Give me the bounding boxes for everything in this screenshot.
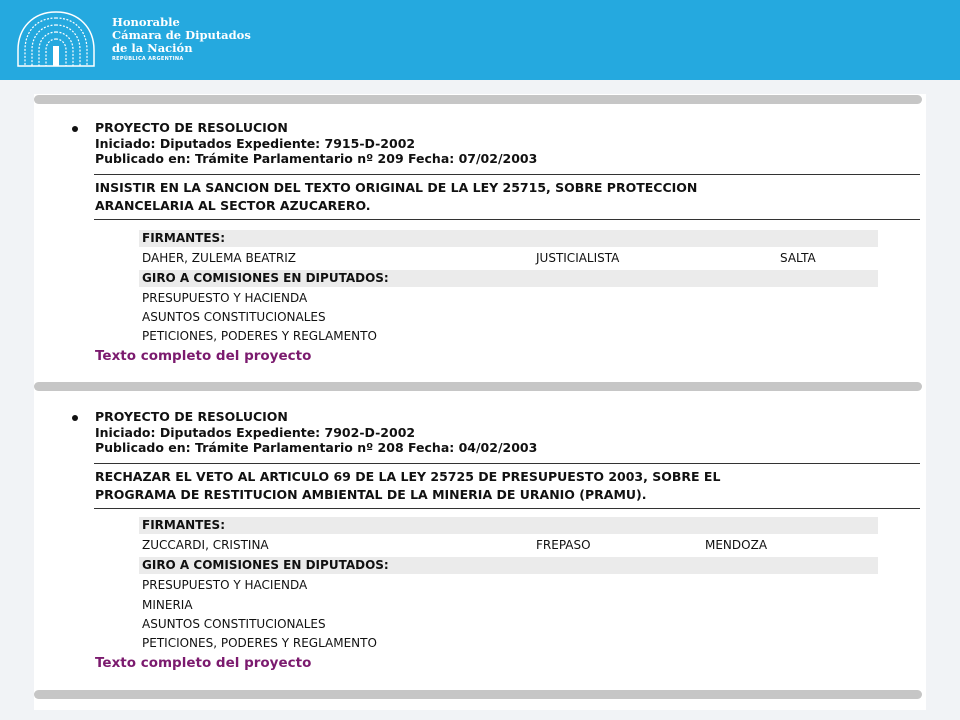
comision-item: PETICIONES, PODERES Y REGLAMENTO bbox=[142, 329, 377, 343]
project-title-line: ARANCELARIA AL SECTOR AZUCARERO. bbox=[95, 198, 371, 213]
project-meta: PROYECTO DE RESOLUCION Iniciado: Diputad… bbox=[95, 409, 905, 456]
divider bbox=[94, 174, 920, 175]
congress-dome-logo-icon bbox=[17, 11, 95, 67]
comision-item: MINERIA bbox=[142, 598, 193, 612]
texto-completo-link[interactable]: Texto completo del proyecto bbox=[95, 347, 311, 365]
record-separator bbox=[34, 690, 922, 699]
firmantes-header: FIRMANTES: bbox=[139, 517, 878, 534]
firmante-bloque: JUSTICIALISTA bbox=[536, 251, 620, 265]
project-publicado: Publicado en: Trámite Parlamentario nº 2… bbox=[95, 440, 538, 455]
project-meta: PROYECTO DE RESOLUCION Iniciado: Diputad… bbox=[95, 120, 905, 167]
firmante-name: DAHER, ZULEMA BEATRIZ bbox=[142, 251, 296, 265]
firmante-bloque: FREPASO bbox=[536, 538, 591, 552]
comision-item: ASUNTOS CONSTITUCIONALES bbox=[142, 310, 326, 324]
project-title-line: PROGRAMA DE RESTITUCION AMBIENTAL DE LA … bbox=[95, 487, 647, 502]
project-title: INSISTIR EN LA SANCION DEL TEXTO ORIGINA… bbox=[95, 179, 920, 215]
record-separator bbox=[34, 95, 922, 104]
comision-item: PRESUPUESTO Y HACIENDA bbox=[142, 578, 308, 592]
bullet-icon bbox=[72, 126, 78, 132]
divider bbox=[94, 463, 920, 464]
divider bbox=[94, 219, 920, 220]
project-title-line: INSISTIR EN LA SANCION DEL TEXTO ORIGINA… bbox=[95, 180, 698, 195]
firmante-name: ZUCCARDI, CRISTINA bbox=[142, 538, 269, 552]
results-panel: PROYECTO DE RESOLUCION Iniciado: Diputad… bbox=[34, 94, 926, 710]
project-expediente: Iniciado: Diputados Expediente: 7902-D-2… bbox=[95, 424, 416, 440]
firmante-row: DAHER, ZULEMA BEATRIZ JUSTICIALISTA SALT… bbox=[142, 249, 878, 267]
org-name-line3: de la Nación bbox=[112, 41, 193, 55]
bullet-icon bbox=[72, 415, 78, 421]
org-name: Honorable Cámara de Diputados de la Naci… bbox=[112, 16, 251, 63]
project-title-line: RECHAZAR EL VETO AL ARTICULO 69 DE LA LE… bbox=[95, 469, 721, 484]
project-type: PROYECTO DE RESOLUCION bbox=[95, 409, 288, 424]
firmante-provincia: MENDOZA bbox=[705, 538, 768, 552]
org-country: REPÚBLICA ARGENTINA bbox=[112, 56, 184, 62]
divider bbox=[94, 508, 920, 509]
project-title: RECHAZAR EL VETO AL ARTICULO 69 DE LA LE… bbox=[95, 468, 920, 504]
project-type: PROYECTO DE RESOLUCION bbox=[95, 120, 288, 135]
texto-completo-link[interactable]: Texto completo del proyecto bbox=[95, 654, 311, 672]
comision-item: PRESUPUESTO Y HACIENDA bbox=[142, 291, 308, 305]
giro-header: GIRO A COMISIONES EN DIPUTADOS: bbox=[139, 270, 878, 287]
comision-item: ASUNTOS CONSTITUCIONALES bbox=[142, 617, 326, 631]
firmante-row: ZUCCARDI, CRISTINA FREPASO MENDOZA bbox=[142, 536, 878, 554]
comision-item: PETICIONES, PODERES Y REGLAMENTO bbox=[142, 636, 377, 650]
project-publicado: Publicado en: Trámite Parlamentario nº 2… bbox=[95, 151, 538, 166]
firmante-provincia: SALTA bbox=[780, 251, 816, 265]
record-separator bbox=[34, 382, 922, 391]
firmantes-header: FIRMANTES: bbox=[139, 230, 878, 247]
site-header: Honorable Cámara de Diputados de la Naci… bbox=[0, 0, 960, 80]
project-expediente: Iniciado: Diputados Expediente: 7915-D-2… bbox=[95, 135, 416, 151]
giro-header: GIRO A COMISIONES EN DIPUTADOS: bbox=[139, 557, 878, 574]
